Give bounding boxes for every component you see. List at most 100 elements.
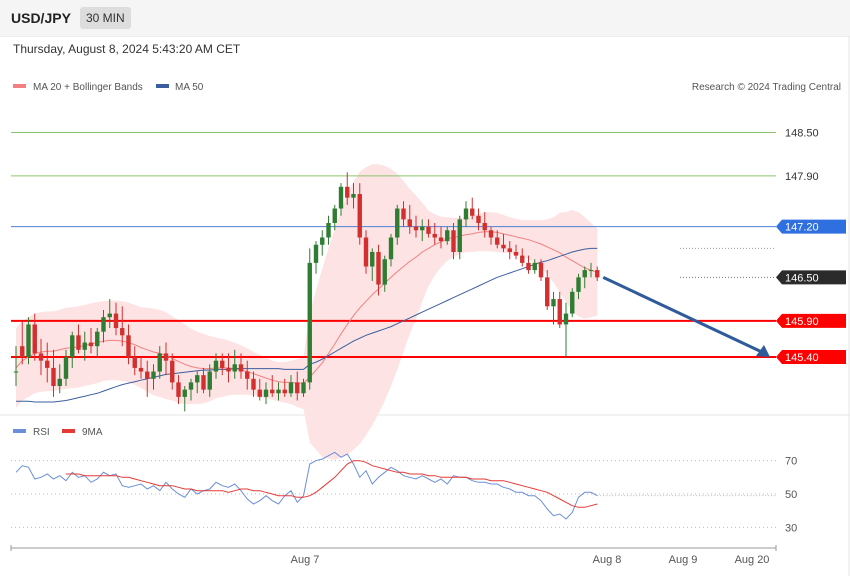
candle-body bbox=[407, 219, 412, 227]
price-level-label: 147.90 bbox=[785, 171, 819, 183]
candle-body bbox=[195, 375, 200, 383]
candle-body bbox=[513, 251, 519, 256]
candle-body bbox=[151, 371, 156, 379]
price-level-label: 145.40 bbox=[785, 352, 819, 364]
candle-body bbox=[238, 364, 244, 372]
candle-body bbox=[301, 382, 306, 394]
candle-body bbox=[595, 270, 600, 278]
candle-body bbox=[557, 299, 562, 325]
rsi-line bbox=[15, 451, 598, 520]
ma20-legend-label: MA 20 + Bollinger Bands bbox=[33, 82, 143, 93]
rsi-legend-label: RSI bbox=[33, 427, 50, 438]
credit-label: Research © 2024 Trading Central bbox=[692, 82, 841, 93]
candle-body bbox=[363, 237, 369, 267]
candle-body bbox=[488, 230, 494, 238]
price-level-label: 145.90 bbox=[785, 316, 819, 328]
candle-body bbox=[226, 367, 231, 372]
candle-body bbox=[282, 389, 287, 394]
candle-body bbox=[88, 342, 94, 347]
candle-body bbox=[438, 237, 444, 242]
candle-body bbox=[463, 208, 469, 220]
candle-body bbox=[257, 389, 262, 397]
candle-body bbox=[332, 208, 337, 224]
candle-body bbox=[132, 357, 137, 368]
candle-body bbox=[382, 259, 387, 285]
candle-body bbox=[520, 255, 525, 263]
candle-body bbox=[501, 244, 506, 249]
ma20-legend-swatch bbox=[13, 84, 26, 88]
candle-body bbox=[188, 382, 194, 390]
x-tick-label: Aug 20 bbox=[735, 554, 770, 566]
candle-body bbox=[107, 313, 112, 318]
candle-body bbox=[420, 226, 425, 231]
candle-body bbox=[401, 208, 406, 220]
candle-body bbox=[126, 335, 131, 358]
rsi-ma-legend-label: 9MA bbox=[82, 427, 103, 438]
candle-body bbox=[545, 277, 550, 307]
candle-body bbox=[251, 378, 256, 390]
candle-body bbox=[13, 371, 19, 373]
candle-body bbox=[270, 389, 275, 394]
rsi-legend-swatch bbox=[13, 429, 26, 433]
candle-body bbox=[176, 382, 181, 397]
candle-body bbox=[207, 371, 212, 390]
candle-body bbox=[20, 346, 25, 358]
candle-body bbox=[163, 353, 169, 361]
candle-body bbox=[276, 389, 281, 394]
candle-body bbox=[395, 208, 400, 238]
candle-body bbox=[26, 324, 31, 358]
candle-body bbox=[507, 248, 512, 252]
candle-body bbox=[526, 262, 531, 271]
candle-body bbox=[307, 262, 312, 383]
level-labels-layer: 148.50 147.90 147.20 146.50 145.90 145.40 bbox=[776, 127, 846, 365]
candle-body bbox=[120, 328, 125, 336]
candle-body bbox=[263, 389, 269, 397]
candle-body bbox=[370, 251, 375, 267]
x-tick-label: Aug 7 bbox=[291, 554, 320, 566]
candle-body bbox=[220, 360, 225, 368]
candle-body bbox=[457, 219, 462, 252]
candle-body bbox=[63, 357, 69, 379]
candle-body bbox=[101, 317, 106, 332]
candle-body bbox=[51, 367, 56, 387]
x-tick-label: Aug 8 bbox=[593, 554, 622, 566]
candle-body bbox=[576, 277, 581, 292]
rsi-ma-line bbox=[66, 460, 598, 508]
price-level-label: 146.50 bbox=[785, 272, 819, 284]
price-level-label: 148.50 bbox=[785, 127, 819, 139]
candle-body bbox=[57, 378, 62, 387]
candle-body bbox=[338, 186, 344, 209]
candle-body bbox=[570, 291, 575, 314]
candle-body bbox=[82, 342, 87, 350]
candle-body bbox=[532, 262, 537, 271]
candle-body bbox=[345, 186, 350, 198]
candle-body bbox=[445, 230, 450, 242]
candle-body bbox=[182, 389, 187, 397]
candle-body bbox=[482, 223, 487, 231]
candle-body bbox=[288, 382, 294, 394]
candle-body bbox=[426, 226, 431, 234]
candle-body bbox=[551, 299, 556, 307]
candle-body bbox=[213, 360, 219, 372]
candle-body bbox=[413, 226, 419, 231]
ma50-legend-swatch bbox=[156, 84, 169, 88]
candle-body bbox=[320, 237, 325, 245]
candle-body bbox=[563, 313, 569, 325]
candle-body bbox=[32, 324, 37, 354]
candle-body bbox=[38, 353, 44, 361]
candle-body bbox=[476, 215, 481, 224]
candle-body bbox=[113, 313, 119, 329]
candle-body bbox=[538, 262, 544, 278]
candle-body bbox=[582, 270, 587, 278]
rsi-ma-legend-swatch bbox=[62, 429, 75, 433]
candle-body bbox=[201, 375, 206, 390]
candle-body bbox=[170, 360, 175, 383]
forecast-arrow-layer bbox=[602, 275, 770, 358]
candle-body bbox=[157, 353, 162, 372]
candle-body bbox=[245, 371, 250, 379]
candle-body bbox=[470, 208, 475, 216]
candle-body bbox=[326, 223, 331, 238]
candle-body bbox=[70, 335, 75, 358]
candle-body bbox=[451, 230, 456, 252]
candle-body bbox=[45, 360, 50, 368]
